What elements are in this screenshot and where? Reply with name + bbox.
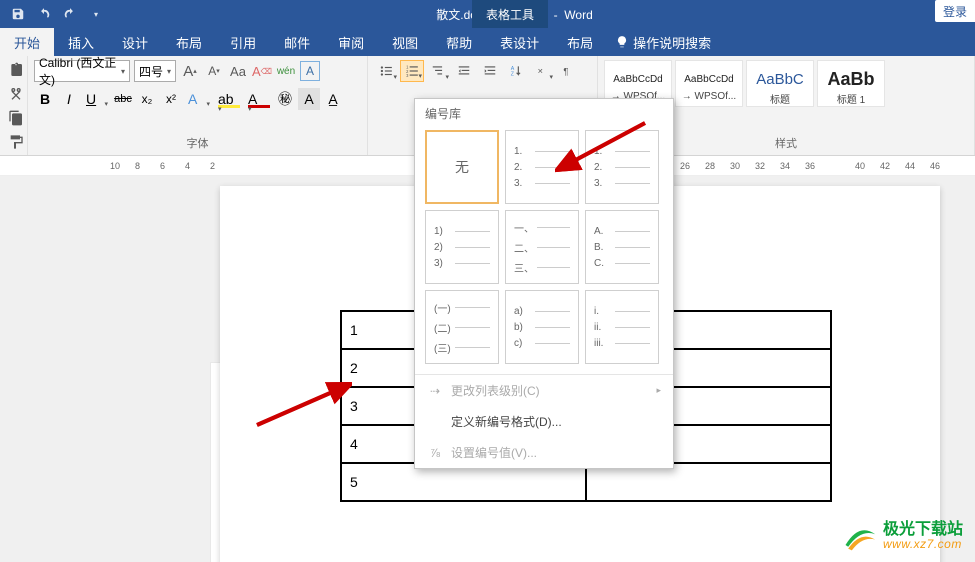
style-item[interactable]: AaBbC标题 [746, 60, 814, 107]
app-name: Word [564, 8, 592, 22]
watermark-logo: 极光下载站 www.xz7.com [841, 518, 963, 554]
svg-text:Z: Z [511, 72, 515, 78]
tab-view[interactable]: 视图 [378, 28, 432, 56]
define-new-format-item[interactable]: 定义新编号格式(D)... [415, 406, 673, 437]
tab-references[interactable]: 引用 [216, 28, 270, 56]
tell-me-search[interactable]: 操作说明搜索 [615, 33, 711, 52]
font-group: Calibri (西文正文)▾ 四号▾ A▴ A▾ Aa A⌫ wén A B … [28, 56, 368, 155]
character-border-button[interactable]: A [300, 61, 320, 81]
number-value-icon: ⅞ [427, 445, 443, 461]
show-marks-button[interactable]: ¶ [556, 60, 580, 82]
bold-button[interactable]: B [34, 88, 56, 110]
undo-icon[interactable] [34, 4, 54, 24]
login-button[interactable]: 登录 [935, 0, 975, 22]
style-item[interactable]: AaBbCcDd→ WPSOf... [675, 60, 743, 107]
clear-formatting-button[interactable]: A⌫ [252, 61, 272, 81]
superscript-button[interactable]: x² [160, 88, 182, 110]
bullet-list-button[interactable] [374, 60, 398, 82]
font-color-button[interactable]: A [244, 88, 272, 110]
char-scaling-button[interactable]: A̲ [322, 88, 344, 110]
change-case-button[interactable]: Aa [228, 61, 248, 81]
watermark-url: www.xz7.com [883, 538, 963, 551]
lightbulb-icon [615, 35, 629, 49]
copy-icon[interactable] [6, 108, 26, 128]
style-item[interactable]: AaBb标题 1 [817, 60, 885, 107]
char-shading-button[interactable]: A [298, 88, 320, 110]
strikethrough-button[interactable]: abc [112, 88, 134, 110]
quick-access-toolbar: ▾ [0, 4, 114, 24]
highlight-button[interactable]: ab [214, 88, 242, 110]
tab-home[interactable]: 开始 [0, 28, 54, 56]
svg-text:A: A [511, 66, 515, 72]
tell-me-label: 操作说明搜索 [633, 33, 711, 52]
tab-table-layout[interactable]: 布局 [553, 28, 607, 56]
title-bar: ▾ 散文.docx [兼容模式] - Word 表格工具 登录 [0, 0, 975, 28]
tab-design[interactable]: 设计 [108, 28, 162, 56]
enclosed-char-button[interactable]: ㊙ [274, 88, 296, 110]
change-list-level-item: ⇢ 更改列表级别(C) ▸ [415, 375, 673, 406]
svg-text:¶: ¶ [563, 67, 568, 77]
font-size-select[interactable]: 四号▾ [134, 60, 176, 82]
subscript-button[interactable]: x₂ [136, 88, 158, 110]
numbering-none[interactable]: 无 [425, 130, 499, 204]
table-tools-context-tab: 表格工具 [472, 0, 548, 28]
set-number-value-item: ⅞ 设置编号值(V)... [415, 437, 673, 468]
tab-table-design[interactable]: 表设计 [486, 28, 553, 56]
paste-icon[interactable] [6, 60, 26, 80]
font-group-label: 字体 [34, 135, 361, 153]
numbering-option[interactable]: (一) (二) (三) [425, 290, 499, 364]
font-name-select[interactable]: Calibri (西文正文)▾ [34, 60, 130, 82]
swoosh-icon [841, 518, 877, 554]
numbering-option[interactable]: i. ii. iii. [585, 290, 659, 364]
annotation-arrow [252, 380, 352, 435]
redo-icon[interactable] [60, 4, 80, 24]
italic-button[interactable]: I [58, 88, 80, 110]
increase-indent-button[interactable] [478, 60, 502, 82]
numbering-menu: ⇢ 更改列表级别(C) ▸ 定义新编号格式(D)... ⅞ 设置编号值(V)..… [415, 374, 673, 468]
asian-layout-button[interactable]: ✕ [530, 60, 554, 82]
numbered-list-button[interactable]: 123 [400, 60, 424, 82]
tab-help[interactable]: 帮助 [432, 28, 486, 56]
numbering-option[interactable]: 1) 2) 3) [425, 210, 499, 284]
indent-icon: ⇢ [427, 383, 443, 399]
tab-layout[interactable]: 布局 [162, 28, 216, 56]
tab-mailings[interactable]: 邮件 [270, 28, 324, 56]
watermark-name: 极光下载站 [883, 521, 963, 539]
shrink-font-button[interactable]: A▾ [204, 61, 224, 81]
format-painter-icon[interactable] [6, 132, 26, 152]
grow-font-button[interactable]: A▴ [180, 61, 200, 81]
phonetic-guide-button[interactable]: wén [276, 61, 296, 81]
text-effects-button[interactable]: A [184, 88, 212, 110]
svg-text:3: 3 [406, 73, 409, 78]
clipboard-group [0, 56, 28, 155]
save-icon[interactable] [8, 4, 28, 24]
numbering-option[interactable]: 一、 二、 三、 [505, 210, 579, 284]
annotation-arrow [555, 118, 655, 183]
multilevel-list-button[interactable] [426, 60, 450, 82]
decrease-indent-button[interactable] [452, 60, 476, 82]
underline-button[interactable]: U [82, 88, 110, 110]
tab-review[interactable]: 审阅 [324, 28, 378, 56]
tab-insert[interactable]: 插入 [54, 28, 108, 56]
align-left-button[interactable] [374, 88, 398, 110]
sort-button[interactable]: AZ [504, 60, 528, 82]
svg-text:✕: ✕ [537, 68, 543, 75]
numbering-option[interactable]: A. B. C. [585, 210, 659, 284]
cut-icon[interactable] [6, 84, 26, 104]
ribbon-tabs: 开始 插入 设计 布局 引用 邮件 审阅 视图 帮助 表设计 布局 操作说明搜索 [0, 28, 975, 56]
qat-dropdown-icon[interactable]: ▾ [86, 4, 106, 24]
numbering-option[interactable]: a) b) c) [505, 290, 579, 364]
